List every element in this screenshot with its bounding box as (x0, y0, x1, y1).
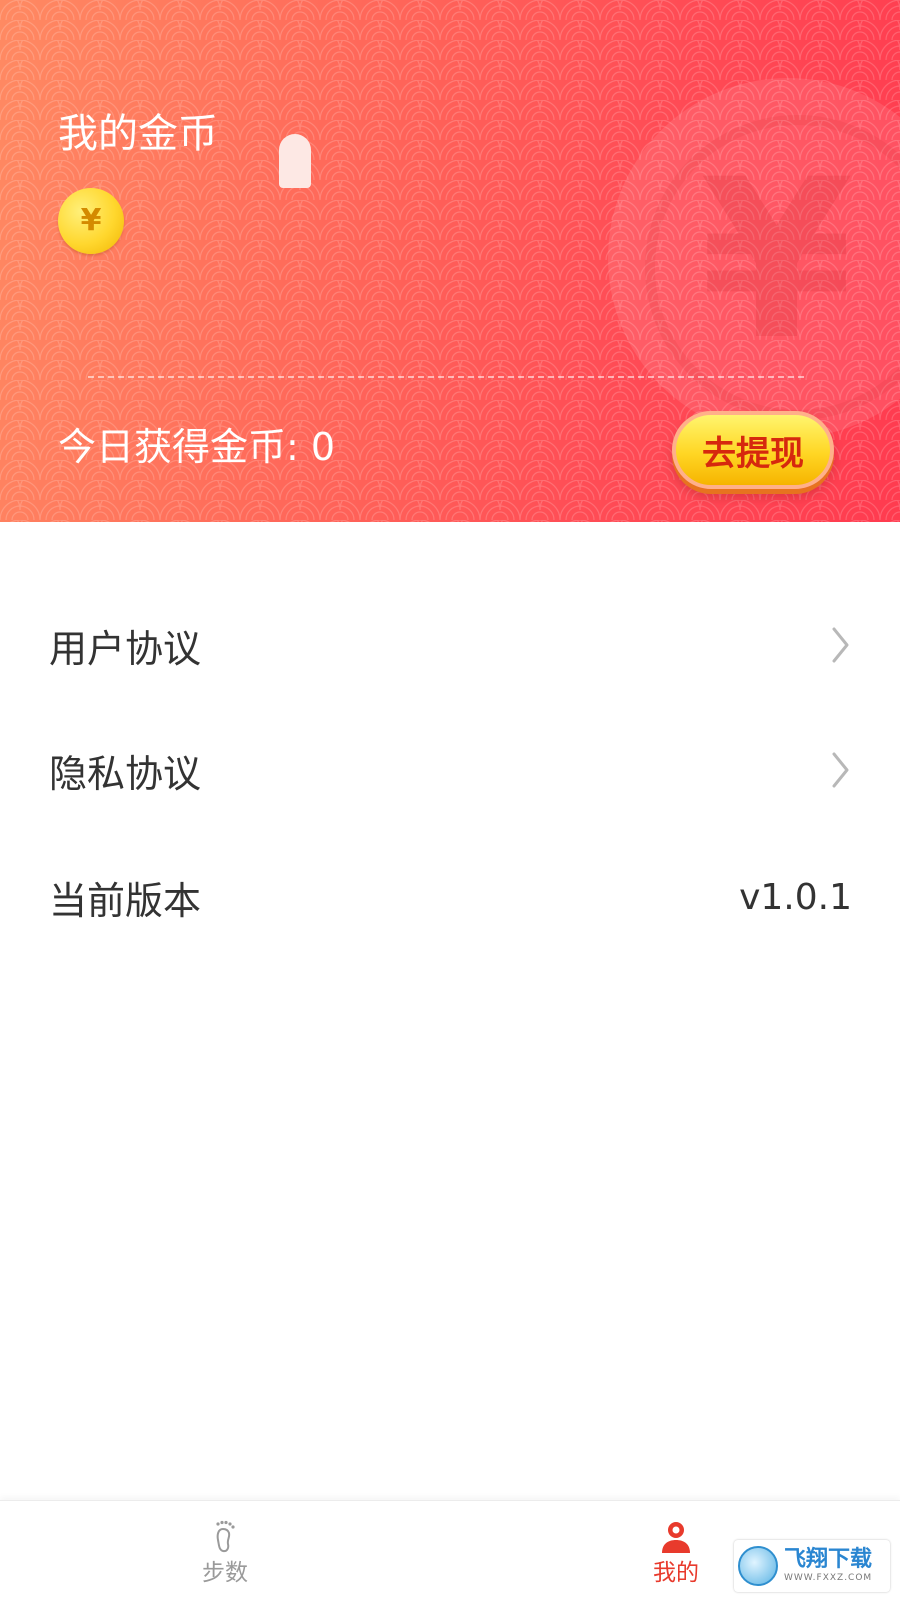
chevron-right-icon (832, 627, 849, 663)
tab-mine[interactable]: 我的 (606, 1501, 746, 1601)
camera-notch (279, 134, 311, 188)
version-label: 当前版本 (49, 878, 202, 923)
coin-header: ¥ 我的金币 ¥ 今日获得金币: 0 去提现 (0, 0, 900, 522)
dashed-divider (88, 376, 804, 378)
today-coins-label: 今日获得金币: 0 (58, 425, 336, 469)
withdraw-button[interactable]: 去提现 (672, 411, 834, 489)
watermark-text: 飞翔下载 WWW.FXXZ.COM (784, 1548, 872, 1584)
menu-item-user-agreement[interactable]: 用户协议 (0, 597, 900, 693)
footprint-icon (216, 1520, 235, 1553)
watermark-logo-icon (738, 1546, 778, 1586)
yen-symbol: ¥ (80, 203, 102, 238)
background-yen-icon: ¥ (700, 132, 854, 388)
user-agreement-label: 用户协议 (49, 626, 202, 671)
site-watermark: 飞翔下载 WWW.FXXZ.COM (734, 1540, 890, 1592)
menu-item-privacy-agreement[interactable]: 隐私协议 (0, 722, 900, 818)
privacy-agreement-label: 隐私协议 (49, 751, 202, 796)
version-value: v1.0.1 (739, 876, 852, 918)
menu-item-version: 当前版本 v1.0.1 (0, 849, 900, 945)
tab-steps[interactable]: 步数 (155, 1501, 295, 1601)
gold-coin-icon: ¥ (58, 188, 124, 254)
watermark-sub-text: WWW.FXXZ.COM (784, 1573, 873, 1583)
watermark-main-text: 飞翔下载 (784, 1547, 873, 1572)
tab-mine-label: 我的 (653, 1560, 699, 1586)
page-title: 我的金币 (58, 111, 218, 157)
chevron-right-icon (832, 752, 849, 788)
user-icon (662, 1522, 690, 1553)
tab-steps-label: 步数 (202, 1560, 248, 1586)
